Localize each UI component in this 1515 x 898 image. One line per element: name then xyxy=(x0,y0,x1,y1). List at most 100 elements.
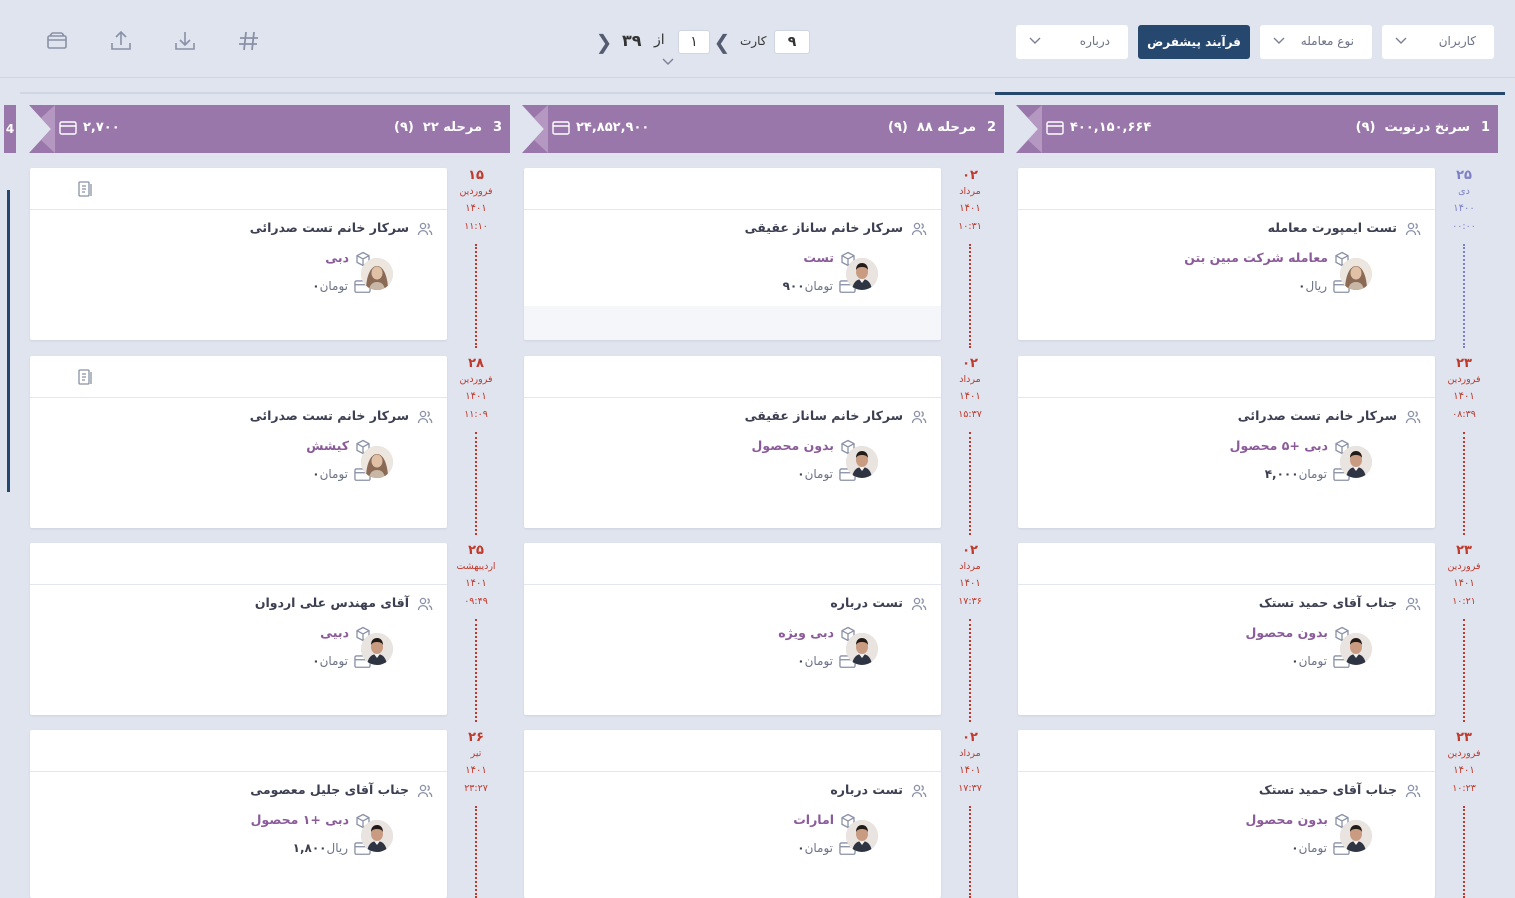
avatar[interactable] xyxy=(846,633,878,665)
avatar[interactable] xyxy=(846,820,878,852)
avatar[interactable] xyxy=(1340,820,1372,852)
date-time: ۰۹:۴۹ xyxy=(464,596,488,607)
users-filter[interactable]: کاربران xyxy=(1382,25,1494,59)
scroll-track xyxy=(20,92,995,94)
timeline-connector xyxy=(1463,432,1465,535)
date-time: ۱۷:۳۷ xyxy=(958,783,982,794)
contact-name[interactable]: سرکار خانم تست صدرائی xyxy=(250,408,433,425)
timeline-connector xyxy=(475,432,477,535)
contact-name[interactable]: جناب آقای حمید تستک xyxy=(1259,782,1421,799)
deal-card[interactable]: سرکار خانم ساناز عقیقی بدون محصول ۰تومان xyxy=(524,356,941,528)
date-month: تیر xyxy=(470,748,482,759)
currency: تومان xyxy=(319,279,348,293)
deal-card[interactable]: آقای مهندس علی اردوان دبیی ۰تومان xyxy=(30,543,447,715)
date-month: فروردین xyxy=(1447,374,1481,385)
deal-card[interactable]: جناب آقای حمید تستک بدون محصول ۰تومان xyxy=(1018,543,1435,715)
per-page-input[interactable]: ۹ xyxy=(774,30,810,54)
scroll-indicator[interactable] xyxy=(995,92,1505,95)
deal-date: ۲۳ فروردین ۱۴۰۱ ۱۰:۲۳ xyxy=(1444,730,1484,794)
deal-card[interactable]: تست ایمپورت معامله معامله شرکت مبین بتن ۰ر… xyxy=(1018,168,1435,340)
deal-amount: ۰تومان xyxy=(1285,654,1350,668)
date-year: ۱۴۰۱ xyxy=(959,391,981,402)
currency: تومان xyxy=(1298,841,1327,855)
contact-name[interactable]: سرکار خانم ساناز عقیقی xyxy=(745,220,927,237)
product-name: بدون محصول xyxy=(1246,812,1350,829)
contact-name[interactable]: آقای مهندس علی اردوان xyxy=(255,595,433,612)
avatar[interactable] xyxy=(1340,446,1372,478)
date-year: ۱۴۰۱ xyxy=(465,203,487,214)
contact-name[interactable]: جناب آقای حمید تستک xyxy=(1259,595,1421,612)
contact-name[interactable]: سرکار خانم تست صدرائی xyxy=(250,220,433,237)
deal-card[interactable]: سرکار خانم ساناز عقیقی تست ۹۰۰تومان xyxy=(524,168,941,340)
vertical-scrollbar[interactable] xyxy=(7,190,10,492)
stage-arrow xyxy=(29,105,55,153)
upload-icon[interactable] xyxy=(108,28,134,54)
product-text: دبیی xyxy=(320,625,349,640)
notes-icon[interactable] xyxy=(76,180,94,198)
product-text: بدون محصول xyxy=(1245,812,1328,827)
avatar[interactable] xyxy=(361,633,393,665)
date-month: فروردین xyxy=(1447,561,1481,572)
timeline-connector xyxy=(969,244,971,348)
amount-value: ۰ xyxy=(797,654,805,668)
date-day: ۲۳ xyxy=(1456,730,1472,745)
stage-header-1[interactable]: 1 سرنخ درنوبت (۹) ۴۰۰,۱۵۰,۶۶۴ xyxy=(1016,105,1498,153)
contact-name[interactable]: جناب آقای جلیل معصومی xyxy=(250,782,433,799)
stage-header-2[interactable]: 2 مرحله ۸۸ (۹) ۲۴,۸۵۲,۹۰۰ xyxy=(522,105,1004,153)
deal-card[interactable]: سرکار خانم تست صدرائی کیشش ۰تومان xyxy=(30,356,447,528)
avatar[interactable] xyxy=(1340,633,1372,665)
date-month: مرداد xyxy=(959,374,981,385)
stage-number: 1 xyxy=(1480,120,1490,135)
avatar[interactable] xyxy=(361,820,393,852)
next-page-button[interactable]: ❯ xyxy=(594,28,614,56)
product-text: بدون محصول xyxy=(1245,625,1328,640)
people-icon xyxy=(417,596,433,612)
stage-number: 3 xyxy=(492,120,502,135)
contact-name[interactable]: تست درباره xyxy=(830,595,927,612)
about-filter[interactable]: درباره xyxy=(1016,25,1128,59)
card-header xyxy=(1018,168,1435,210)
date-day: ۰۲ xyxy=(962,543,978,558)
prev-page-button[interactable]: ❮ xyxy=(712,28,732,56)
hash-icon[interactable] xyxy=(236,28,262,54)
chevron-down-icon[interactable] xyxy=(661,54,675,68)
date-month: مرداد xyxy=(959,561,981,572)
contact-name[interactable]: تست ایمپورت معامله xyxy=(1268,220,1421,237)
default-process-button[interactable]: فرآیند پیشفرض xyxy=(1138,25,1250,59)
deal-card[interactable]: سرکار خانم تست صدرائی دبی ۰تومان xyxy=(30,168,447,340)
avatar[interactable] xyxy=(1340,258,1372,290)
card-header xyxy=(524,168,941,210)
stage-header-3[interactable]: 3 مرحله ۲۲ (۹) ۲,۷۰۰ xyxy=(29,105,510,153)
deal-date: ۲۳ فروردین ۱۴۰۱ ۰۸:۳۹ xyxy=(1444,356,1484,420)
deal-type-filter[interactable]: نوع معامله xyxy=(1260,25,1372,59)
avatar[interactable] xyxy=(361,258,393,290)
avatar[interactable] xyxy=(846,446,878,478)
people-icon xyxy=(911,221,927,237)
amount-value: ۱,۸۰۰ xyxy=(292,841,327,855)
deal-card[interactable]: سرکار خانم تست صدرائی دبی +۵ محصول ۴,۰۰۰تو… xyxy=(1018,356,1435,528)
stage-header-4[interactable]: 4 xyxy=(4,105,16,153)
contact-name[interactable]: سرکار خانم تست صدرائی xyxy=(1238,408,1421,425)
contact-name[interactable]: سرکار خانم ساناز عقیقی xyxy=(745,408,927,425)
download-icon[interactable] xyxy=(172,28,198,54)
date-time: ۰۰:۰۰ xyxy=(1452,221,1476,232)
amount-value: ۰ xyxy=(797,841,805,855)
page-input[interactable]: ۱ xyxy=(678,30,710,54)
contact-name[interactable]: تست درباره xyxy=(830,782,927,799)
deal-card[interactable]: جناب آقای جلیل معصومی دبی +۱ محصول ۱,۸۰۰ری… xyxy=(30,730,447,898)
avatar[interactable] xyxy=(846,258,878,290)
deal-card[interactable]: تست درباره امارات ۰تومان xyxy=(524,730,941,898)
deal-card[interactable]: تست درباره دبی ویژه ۰تومان xyxy=(524,543,941,715)
avatar[interactable] xyxy=(361,446,393,478)
currency: ریال xyxy=(326,841,348,855)
deal-card[interactable]: جناب آقای حمید تستک بدون محصول ۰تومان xyxy=(1018,730,1435,898)
notes-icon[interactable] xyxy=(76,368,94,386)
date-day: ۰۲ xyxy=(962,356,978,371)
product-text: بدون محصول xyxy=(751,438,834,453)
people-icon xyxy=(911,596,927,612)
date-month: فروردین xyxy=(1447,748,1481,759)
date-year: ۱۴۰۰ xyxy=(1453,203,1475,214)
product-name: بدون محصول xyxy=(752,438,856,455)
inbox-icon[interactable] xyxy=(44,28,70,54)
card-footer xyxy=(524,306,941,340)
